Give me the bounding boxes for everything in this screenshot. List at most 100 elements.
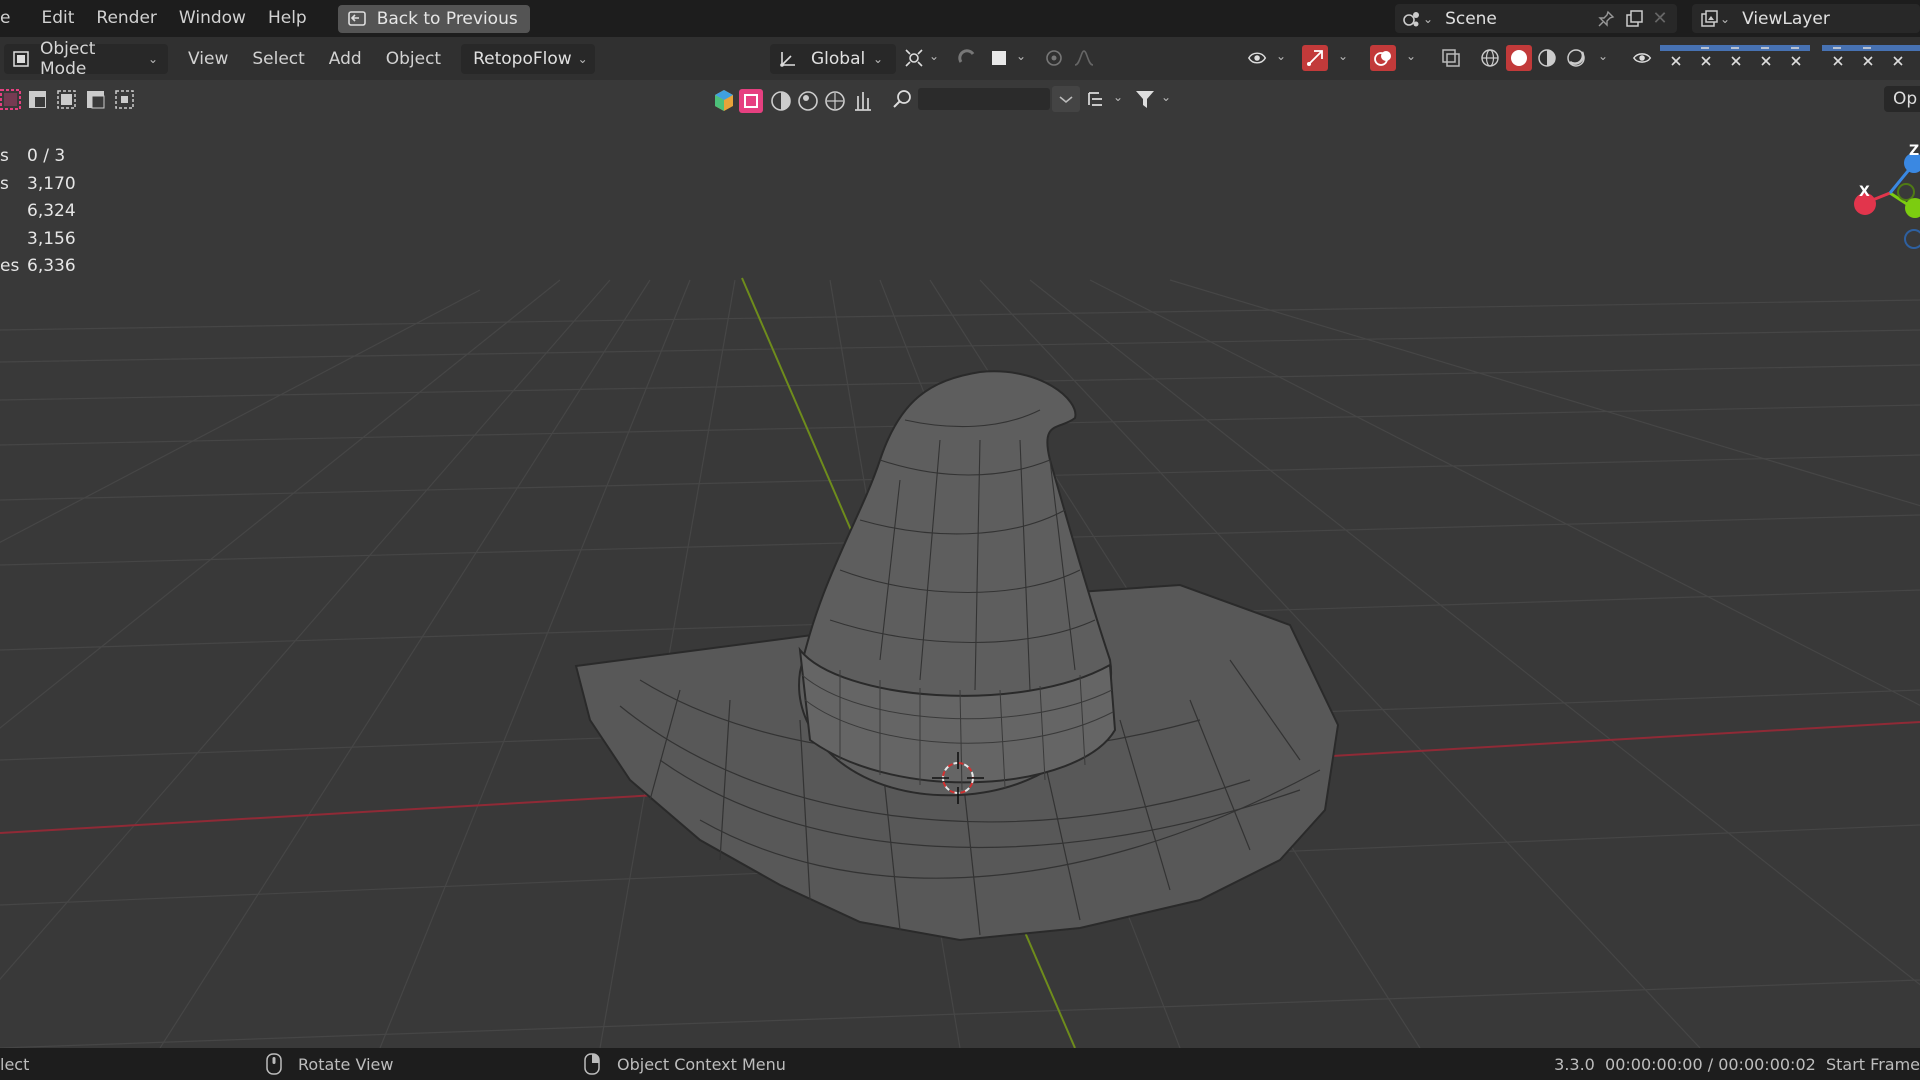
menu-view[interactable]: View [176, 49, 240, 69]
transform-orientation-label: Global [811, 48, 866, 69]
stat-objects: s 0 / 3 [0, 146, 76, 174]
chevron-down-icon[interactable]: ⌄ [1016, 49, 1026, 63]
object-mode-icon [10, 48, 32, 70]
sync-toggle[interactable] [1052, 86, 1080, 112]
options-button[interactable]: Op [1884, 86, 1920, 112]
stat-faces: 3,156 [0, 229, 76, 257]
stat-value: 0 / 3 [27, 146, 66, 166]
chevron-down-icon[interactable]: ⌄ [1276, 49, 1286, 63]
outliner-search[interactable] [892, 85, 1050, 113]
collection-toggles-icon[interactable] [1660, 45, 1920, 73]
stat-label: es [0, 256, 20, 276]
object-visibility-icon[interactable] [1247, 47, 1269, 69]
chevron-down-icon [1059, 96, 1073, 104]
menu-render[interactable]: Render [85, 0, 168, 37]
status-rotate-view: Rotate View [298, 1054, 394, 1074]
chevron-down-icon: ⌄ [873, 51, 884, 66]
status-bar: lect Rotate View Object Context Menu 3.3… [0, 1048, 1920, 1080]
solid-shading-icon[interactable] [1506, 45, 1532, 71]
menu-add[interactable]: Add [317, 49, 374, 69]
eye-icon[interactable] [1632, 47, 1654, 69]
stat-value: 6,324 [27, 201, 76, 221]
retopoflow-label: RetopoFlow [473, 48, 572, 69]
stat-vertices: s 3,170 [0, 174, 76, 202]
options-label: Op [1893, 89, 1918, 109]
scene-selector[interactable]: ⌄ Scene ✕ [1395, 4, 1677, 33]
stat-triangles: es 6,336 [0, 256, 76, 284]
transform-orientation-selector[interactable]: Global ⌄ [770, 43, 896, 74]
transform-axes-icon [777, 48, 799, 70]
stat-label [0, 229, 22, 257]
gizmo-x-label: X [1859, 184, 1870, 200]
filter-list-icon[interactable] [1086, 88, 1108, 110]
back-to-previous-button[interactable]: Back to Previous [337, 4, 530, 33]
mode-selector[interactable]: Object Mode ⌄ [4, 39, 168, 79]
scene-statistics: s 0 / 3 s 3,170 6,324 3,156 es 6,336 [0, 146, 76, 284]
collection-toggle-group [1660, 45, 1920, 73]
navigation-gizmo[interactable]: X Z [1840, 128, 1920, 268]
menu-file[interactable]: e [0, 0, 21, 37]
witch-hat-mesh [574, 370, 1340, 942]
stat-edges: 6,324 [0, 201, 76, 229]
gizmo-z-label: Z [1909, 143, 1920, 159]
viewport-header: Object Mode ⌄ View Select Add Object Ret… [0, 37, 1920, 80]
viewport-scene [0, 277, 1920, 1048]
top-bar: e Edit Render Window Help Back to Previo… [0, 0, 1920, 37]
menu-edit[interactable]: Edit [21, 0, 85, 37]
search-icon [892, 88, 914, 110]
mouse-middle-icon [263, 1053, 285, 1075]
snap-increment-icon[interactable] [988, 47, 1010, 69]
overlays-toggle-icon[interactable] [1370, 45, 1396, 71]
screen-back-icon [346, 8, 368, 30]
stat-value: 3,156 [27, 228, 76, 249]
chevron-down-icon: ⌄ [1720, 11, 1731, 26]
chevron-down-icon: ⌄ [148, 51, 159, 66]
search-input[interactable] [918, 88, 1050, 110]
back-to-previous-label: Back to Previous [376, 8, 518, 29]
chevron-down-icon: ⌄ [1423, 11, 1434, 26]
view-layer-name[interactable]: ViewLayer [1742, 9, 1830, 29]
status-select-hint: lect [0, 1054, 30, 1074]
falloff-curve-icon[interactable] [1073, 47, 1095, 69]
chevron-down-icon[interactable]: ⌄ [1113, 90, 1123, 104]
rendered-shading-icon[interactable] [1565, 47, 1587, 69]
view-layer-icon [1698, 8, 1720, 30]
pin-icon[interactable] [1595, 8, 1617, 30]
chevron-down-icon[interactable]: ⌄ [929, 49, 939, 63]
view-layer-selector[interactable]: ⌄ ViewLayer [1692, 4, 1920, 33]
mouse-right-icon [581, 1053, 603, 1075]
stat-label: s [0, 146, 9, 166]
stat-value: 6,336 [27, 256, 76, 276]
retopoflow-menu[interactable]: RetopoFlow ⌄ [461, 43, 595, 74]
scene-icon [1401, 8, 1423, 30]
menu-object[interactable]: Object [374, 49, 453, 69]
new-scene-icon[interactable] [1623, 8, 1645, 30]
close-icon[interactable]: ✕ [1649, 8, 1671, 30]
gizmo-toggle-icon[interactable] [1302, 45, 1328, 71]
scene-name[interactable]: Scene [1445, 9, 1595, 29]
3d-viewport[interactable]: X Z [0, 118, 1920, 1048]
stat-value: 3,170 [27, 173, 76, 194]
menu-help[interactable]: Help [257, 0, 318, 37]
chevron-down-icon: ⌄ [577, 51, 588, 66]
funnel-filter-icon[interactable] [1134, 88, 1156, 110]
xray-toggle-icon[interactable] [1440, 47, 1462, 69]
stat-label [0, 201, 22, 229]
material-preview-icon[interactable] [1536, 47, 1558, 69]
chevron-down-icon[interactable]: ⌄ [1161, 90, 1171, 104]
chevron-down-icon[interactable]: ⌄ [1406, 49, 1416, 63]
stat-label: s [0, 173, 9, 194]
selection-mode-icons[interactable] [0, 88, 145, 114]
mode-label: Object Mode [40, 38, 96, 79]
chevron-down-icon[interactable]: ⌄ [1598, 49, 1608, 63]
chevron-down-icon[interactable]: ⌄ [1338, 49, 1348, 63]
menu-select[interactable]: Select [240, 49, 316, 69]
tool-header: ⌄ ⌄ Op [0, 80, 1920, 118]
status-version-frame: 3.3.0 00:00:00:00 / 00:00:00:02 Start Fr… [1554, 1054, 1920, 1074]
proportional-editing-icon[interactable] [1043, 47, 1065, 69]
pivot-point-icon[interactable] [903, 47, 925, 69]
wireframe-shading-icon[interactable] [1479, 47, 1501, 69]
menu-window[interactable]: Window [168, 0, 257, 37]
retopoflow-tool-icons[interactable] [712, 88, 912, 114]
snap-magnet-icon[interactable] [956, 47, 978, 69]
